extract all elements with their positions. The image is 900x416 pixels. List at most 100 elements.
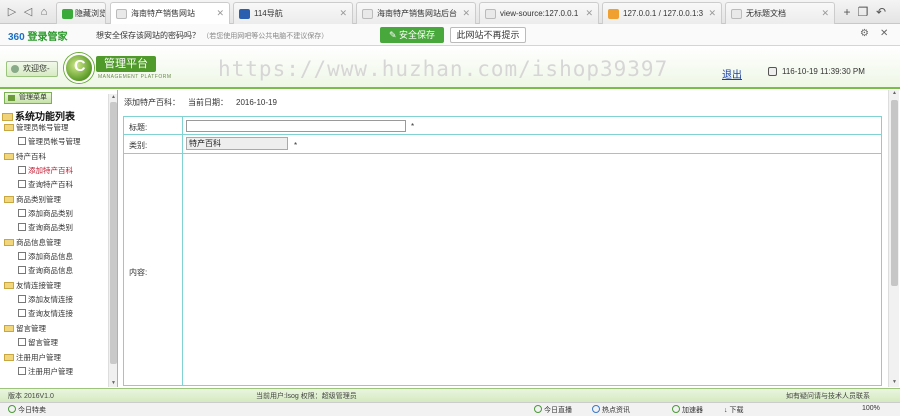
sidebar-item-query-link[interactable]: 查询友情连接 bbox=[18, 308, 73, 320]
current-user-text: 当前用户:lsog 权限：超级管理员 bbox=[256, 393, 357, 400]
close-icon[interactable]: ✕ bbox=[880, 28, 888, 39]
browser-tab-bar: ▷ ◁ ⌂ 隐藏浏览 海南特产销售网站 ✕ 114导航 ✕ 海南特产销售网站后台… bbox=[0, 0, 900, 25]
contact-text: 如有疑问请与技术人员联系 bbox=[786, 393, 870, 400]
tab-site-admin[interactable]: 海南特产销售网站后台 ✕ bbox=[356, 2, 476, 24]
sidebar-item-add-category[interactable]: 添加商品类别 bbox=[18, 208, 73, 220]
folder-icon bbox=[4, 282, 14, 289]
gear-icon[interactable]: ⚙ bbox=[860, 28, 869, 39]
news-icon bbox=[592, 405, 600, 413]
tab-private-browsing[interactable]: 隐藏浏览 bbox=[56, 2, 106, 24]
required-mark: * bbox=[411, 122, 415, 131]
tab-site-home[interactable]: 海南特产销售网站 ✕ bbox=[110, 2, 230, 25]
scroll-up-icon[interactable]: ▲ bbox=[889, 90, 900, 98]
page-heading: 添加特产百科： 当前日期： 2016-10-19 bbox=[124, 97, 285, 108]
close-icon[interactable]: ✕ bbox=[216, 3, 224, 24]
tab-view-source[interactable]: view-source:127.0.0.1 ✕ bbox=[479, 2, 599, 24]
calendar-icon bbox=[768, 67, 777, 76]
page-icon bbox=[485, 9, 496, 19]
folder-icon bbox=[4, 239, 14, 246]
sidebar-item-query-category[interactable]: 查询商品类别 bbox=[18, 222, 73, 234]
main-content: 添加特产百科： 当前日期： 2016-10-19 标题: * 类别: 特产百科 * … bbox=[120, 90, 900, 387]
password-save-bar: 360 登录管家 想安全保存该网站的密码吗？ （若您使用网吧等公共电脑不建议保存… bbox=[0, 24, 900, 46]
close-icon[interactable]: ✕ bbox=[339, 3, 347, 24]
home-icon[interactable]: ⌂ bbox=[36, 4, 52, 20]
save-password-button[interactable]: ✎ 安全保存 bbox=[380, 27, 444, 43]
scroll-up-icon[interactable]: ▲ bbox=[109, 94, 117, 101]
status-today-sale[interactable]: 今日特卖 bbox=[8, 405, 46, 415]
key-icon: ✎ bbox=[388, 30, 397, 40]
new-tab-icon[interactable]: + bbox=[840, 4, 854, 20]
360-logo: 360 登录管家 bbox=[8, 32, 68, 43]
status-news[interactable]: 热点资讯 bbox=[592, 405, 630, 415]
header-datetime: 116-10-19 11:39:30 PM bbox=[782, 67, 865, 76]
category-select[interactable]: 特产百科 bbox=[186, 137, 288, 150]
never-prompt-button[interactable]: 此网站不再提示 bbox=[450, 27, 526, 43]
form-row-divider bbox=[124, 134, 881, 135]
zoom-level[interactable]: 100% bbox=[862, 405, 880, 412]
download-icon: ↓ bbox=[724, 407, 728, 414]
back-icon[interactable]: ◁ bbox=[20, 4, 36, 20]
document-icon bbox=[18, 295, 26, 303]
add-specialty-form: 标题: * 类别: 特产百科 * 内容: bbox=[123, 116, 882, 386]
sidebar-item-admin-account[interactable]: 管理员帐号管理 bbox=[18, 136, 81, 148]
scroll-down-icon[interactable]: ▼ bbox=[109, 380, 117, 387]
app-header: 欢迎您- 管理平台 MANAGEMENT PLATFORM https://ww… bbox=[0, 47, 900, 89]
tab-114-nav[interactable]: 114导航 ✕ bbox=[233, 2, 353, 24]
version-text: 版本 2016V1.0 bbox=[8, 393, 54, 400]
folder-icon bbox=[2, 113, 13, 121]
sidebar-item-add-product[interactable]: 添加商品信息 bbox=[18, 251, 73, 263]
date-label: 当前日期： bbox=[188, 98, 228, 107]
sidebar-item-users[interactable]: 注册用户管理 bbox=[18, 366, 73, 378]
content-editor[interactable] bbox=[184, 155, 880, 385]
close-icon[interactable]: ✕ bbox=[708, 3, 716, 24]
undo-close-icon[interactable]: ↶ bbox=[874, 4, 888, 20]
tab-untitled[interactable]: 无标题文档 ✕ bbox=[725, 2, 835, 24]
sidebar-item-messages[interactable]: 留言管理 bbox=[18, 337, 58, 349]
sidebar-group-specialty[interactable]: 特产百科 bbox=[4, 151, 46, 163]
close-icon[interactable]: ✕ bbox=[462, 3, 470, 24]
document-icon bbox=[18, 309, 26, 317]
live-icon bbox=[534, 405, 542, 413]
sidebar-group-links[interactable]: 友情连接管理 bbox=[4, 280, 61, 292]
sidebar-group-admin[interactable]: 管理员帐号管理 bbox=[4, 122, 69, 134]
status-accelerator[interactable]: 加速器 bbox=[672, 405, 703, 415]
password-question: 想安全保存该网站的密码吗？ （若您使用网吧等公共电脑不建议保存） bbox=[96, 31, 329, 40]
forward-icon[interactable]: ▷ bbox=[4, 4, 20, 20]
sidebar-group-category[interactable]: 商品类别管理 bbox=[4, 194, 61, 206]
main-scrollbar[interactable]: ▲ ▼ bbox=[888, 90, 899, 387]
sidebar-item-add-link[interactable]: 添加友情连接 bbox=[18, 294, 73, 306]
close-icon[interactable]: ✕ bbox=[585, 3, 593, 24]
title-input[interactable] bbox=[186, 120, 406, 132]
scroll-down-icon[interactable]: ▼ bbox=[889, 379, 900, 387]
page-icon bbox=[731, 9, 742, 19]
sidebar-scroll-thumb[interactable] bbox=[110, 102, 117, 364]
accelerator-icon bbox=[672, 405, 680, 413]
category-label: 类别: bbox=[129, 141, 148, 150]
document-icon bbox=[18, 367, 26, 375]
form-row-divider bbox=[124, 153, 881, 154]
folder-icon bbox=[4, 196, 14, 203]
folder-icon bbox=[4, 325, 14, 332]
sidebar-group-product[interactable]: 商品信息管理 bbox=[4, 237, 61, 249]
close-icon[interactable]: ✕ bbox=[821, 3, 829, 24]
status-live[interactable]: 今日直播 bbox=[534, 405, 572, 415]
tab-list-icon[interactable]: ❐ bbox=[856, 4, 870, 20]
main-scroll-thumb[interactable] bbox=[891, 100, 898, 286]
document-icon bbox=[18, 338, 26, 346]
sidebar-group-messages[interactable]: 留言管理 bbox=[4, 323, 46, 335]
sidebar-item-query-specialty[interactable]: 查询特产百科 bbox=[18, 179, 73, 191]
sidebar-item-query-product[interactable]: 查询商品信息 bbox=[18, 265, 73, 277]
document-icon bbox=[18, 166, 26, 174]
document-icon bbox=[18, 266, 26, 274]
sidebar-scrollbar[interactable]: ▲ ▼ bbox=[108, 94, 117, 387]
tab-phpmyadmin[interactable]: 127.0.0.1 / 127.0.0.1:3 ✕ bbox=[602, 2, 722, 24]
private-icon bbox=[62, 9, 73, 19]
brand-title: 管理平台 bbox=[96, 56, 156, 72]
logout-link[interactable]: 退出 bbox=[722, 66, 742, 81]
sidebar-item-add-specialty[interactable]: 添加特产百科 bbox=[18, 165, 73, 177]
page-icon bbox=[116, 9, 127, 19]
sidebar-group-users[interactable]: 注册用户管理 bbox=[4, 352, 61, 364]
sidebar: 管理菜单 系统功能列表 管理员帐号管理 管理员帐号管理 特产百科 添加特产百科 … bbox=[0, 90, 118, 387]
sidebar-tab-menu[interactable]: 管理菜单 bbox=[4, 92, 52, 104]
status-download[interactable]: ↓ 下载 bbox=[724, 405, 743, 415]
